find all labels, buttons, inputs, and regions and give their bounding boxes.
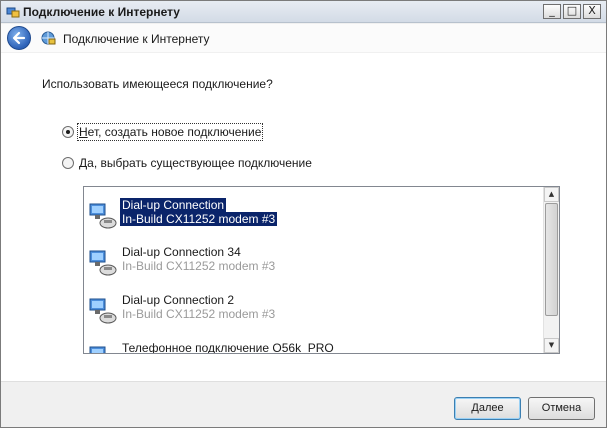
dialup-connection-icon xyxy=(89,346,106,353)
scroll-up-arrow-icon[interactable]: ▲ xyxy=(544,187,559,202)
window-controls: _ □ X xyxy=(543,4,601,19)
list-item[interactable]: Dial-up Connection In-Build CX11252 mode… xyxy=(84,197,544,237)
radio-existing-connection[interactable] xyxy=(62,157,74,169)
list-item[interactable]: Телефонное подключение O56k_PRO xyxy=(84,340,544,353)
network-globe-icon xyxy=(41,31,56,45)
option-existing-connection-label: Да, выбрать существующее подключение xyxy=(79,156,312,170)
maximize-button[interactable]: □ xyxy=(563,4,581,19)
option-existing-connection[interactable]: Да, выбрать существующее подключение xyxy=(62,156,312,170)
scroll-down-arrow-icon[interactable]: ▼ xyxy=(544,338,559,353)
next-button[interactable]: Далее xyxy=(454,397,521,420)
cancel-button[interactable]: Отмена xyxy=(528,397,595,420)
wizard-title: Подключение к Интернету xyxy=(63,32,210,46)
radio-new-connection[interactable] xyxy=(62,126,74,138)
back-arrow-icon xyxy=(12,31,26,45)
connection-device: In-Build CX11252 modem #3 xyxy=(120,212,278,226)
wizard-footer: Далее Отмена xyxy=(1,381,606,427)
connection-device: In-Build CX11252 modem #3 xyxy=(122,259,276,273)
scrollbar-thumb[interactable] xyxy=(545,203,558,316)
connection-list[interactable]: Dial-up Connection In-Build CX11252 mode… xyxy=(83,186,560,354)
list-item[interactable]: Dial-up Connection 2 In-Build CX11252 mo… xyxy=(84,292,544,332)
option-new-connection-label: Нет, создать новое подключение xyxy=(76,123,264,141)
title-bar[interactable]: Подключение к Интернету _ □ X xyxy=(1,1,606,23)
back-button[interactable] xyxy=(7,26,31,50)
connection-name: Dial-up Connection xyxy=(120,198,227,212)
network-app-icon xyxy=(6,7,20,18)
list-scrollbar[interactable]: ▲ ▼ xyxy=(543,187,559,353)
dialup-connection-icon xyxy=(89,250,117,276)
dialog-window: Подключение к Интернету _ □ X Подключени… xyxy=(0,0,607,428)
wizard-nav-bar: Подключение к Интернету xyxy=(1,24,606,52)
connection-device: In-Build CX11252 modem #3 xyxy=(122,307,276,321)
window-title: Подключение к Интернету xyxy=(23,5,180,19)
option-new-connection[interactable]: Нет, создать новое подключение xyxy=(62,123,264,141)
connection-name: Dial-up Connection 2 xyxy=(122,293,235,307)
minimize-button[interactable]: _ xyxy=(543,4,561,19)
list-item[interactable]: Dial-up Connection 34 In-Build CX11252 m… xyxy=(84,244,544,284)
wizard-content: Использовать имеющееся подключение? Нет,… xyxy=(1,53,606,381)
dialup-connection-icon xyxy=(89,298,117,324)
connection-name: Телефонное подключение O56k_PRO xyxy=(122,341,334,353)
connection-name: Dial-up Connection 34 xyxy=(122,245,241,259)
question-heading: Использовать имеющееся подключение? xyxy=(42,77,273,91)
close-button[interactable]: X xyxy=(583,4,601,19)
dialup-connection-icon xyxy=(89,203,117,229)
